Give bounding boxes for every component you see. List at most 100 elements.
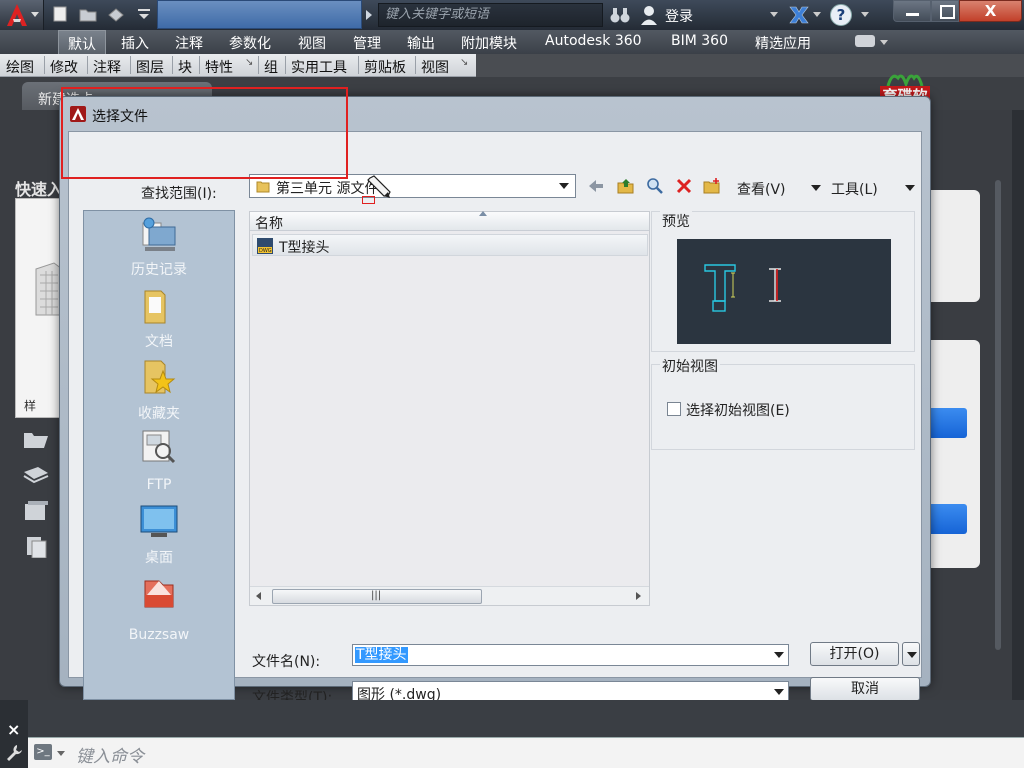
close-icon[interactable]: × — [7, 720, 20, 739]
ribbon-minimize-icon[interactable] — [855, 35, 875, 47]
scroll-right-icon[interactable] — [636, 592, 641, 600]
user-icon[interactable] — [640, 5, 658, 25]
title-field — [157, 0, 362, 29]
new-file-icon[interactable] — [51, 6, 69, 22]
view-menu[interactable]: 查看(V) — [737, 179, 786, 199]
tab-annotate[interactable]: 注释 — [175, 33, 203, 53]
documents-icon[interactable] — [22, 536, 50, 558]
wrench-icon[interactable] — [5, 744, 23, 762]
panel-modify[interactable]: 修改 — [50, 57, 78, 77]
place-label: FTP — [146, 477, 172, 493]
cancel-button[interactable]: 取消 — [810, 677, 920, 701]
panel-utilities[interactable]: 实用工具 — [291, 57, 347, 77]
panel-expand-icon[interactable]: ↘ — [245, 57, 253, 68]
command-prompt-icon[interactable]: >_ — [34, 744, 52, 760]
divider — [172, 56, 173, 74]
open-folder-icon[interactable] — [22, 428, 50, 450]
lookin-value: 第三单元 源文件 — [276, 181, 379, 197]
chevron-down-icon[interactable] — [559, 183, 569, 189]
tab-output[interactable]: 输出 — [407, 33, 435, 53]
initial-view-label: 初始视图 — [660, 356, 720, 376]
chevron-down-icon[interactable] — [774, 689, 784, 695]
select-initial-view-checkbox[interactable] — [667, 402, 681, 416]
tab-bim-360[interactable]: BIM 360 — [671, 33, 728, 49]
sheetset-icon[interactable] — [22, 464, 50, 486]
folder-icon — [256, 181, 270, 193]
horizontal-scrollbar[interactable]: ||| — [250, 586, 649, 605]
panel-groups[interactable]: 组 — [264, 57, 278, 77]
expand-arrow-icon[interactable] — [366, 10, 372, 20]
panel-view[interactable]: 视图 — [421, 57, 449, 77]
chevron-down-icon[interactable] — [880, 40, 888, 45]
tab-addins[interactable]: 附加模块 — [461, 33, 517, 53]
divider — [285, 56, 286, 74]
divider — [415, 56, 416, 74]
maximize-button[interactable] — [931, 0, 959, 22]
panel-annotate[interactable]: 注释 — [93, 57, 121, 77]
autocad-logo-icon — [7, 4, 27, 26]
place-label: Buzzsaw — [128, 627, 190, 643]
chevron-down-icon[interactable] — [811, 185, 821, 191]
column-header-name[interactable]: 名称 — [250, 211, 649, 232]
delete-icon[interactable] — [675, 177, 693, 195]
tab-default[interactable]: 默认 — [58, 30, 106, 54]
minimize-button[interactable] — [893, 0, 931, 22]
help-icon[interactable]: ? — [830, 4, 852, 26]
chevron-down-icon[interactable] — [770, 12, 778, 17]
panel-block[interactable]: 块 — [178, 57, 192, 77]
scroll-left-icon[interactable] — [256, 592, 261, 600]
exchange-apps-icon[interactable] — [788, 4, 810, 26]
tab-parametric[interactable]: 参数化 — [229, 33, 271, 53]
qat-dropdown-icon[interactable] — [135, 6, 153, 22]
scrollbar-thumb[interactable]: ||| — [272, 589, 482, 604]
file-list[interactable]: 名称 DWG T型接头 ||| — [249, 211, 650, 606]
scrollbar[interactable] — [995, 180, 1001, 650]
samples-icon[interactable] — [22, 500, 50, 522]
right-action-button[interactable] — [930, 408, 967, 438]
command-input[interactable]: >_ 键入命令 — [28, 737, 1024, 768]
filename-input[interactable]: T型接头 — [352, 644, 789, 666]
divider — [130, 56, 131, 74]
documents-folder-icon — [144, 290, 166, 324]
close-window-button[interactable]: X — [959, 0, 1022, 22]
divider — [258, 56, 259, 74]
application-menu-button[interactable] — [0, 0, 44, 30]
chevron-down-icon[interactable] — [774, 652, 784, 658]
panel-expand-icon[interactable]: ↘ — [460, 57, 468, 68]
tab-autodesk-360[interactable]: Autodesk 360 — [545, 33, 642, 49]
open-button[interactable]: 打开(O) — [810, 642, 899, 666]
right-action-button[interactable] — [930, 504, 967, 534]
file-row[interactable]: DWG T型接头 — [252, 234, 648, 256]
ribbon-tab-bar: 默认 插入 注释 参数化 视图 管理 输出 附加模块 Autodesk 360 … — [0, 30, 1024, 54]
chevron-down-icon[interactable] — [813, 12, 821, 17]
chevron-down-icon[interactable] — [905, 185, 915, 191]
chevron-down-icon[interactable] — [861, 12, 869, 17]
open-file-icon[interactable] — [79, 6, 97, 22]
search-input[interactable]: 键入关键字或短语 — [378, 3, 603, 27]
tab-featured-apps[interactable]: 精选应用 — [755, 33, 811, 53]
tools-menu[interactable]: 工具(L) — [831, 179, 878, 199]
place-label: 收藏夹 — [138, 406, 180, 422]
tab-view[interactable]: 视图 — [298, 33, 326, 53]
tab-insert[interactable]: 插入 — [121, 33, 149, 53]
panel-layers[interactable]: 图层 — [136, 57, 164, 77]
divider — [87, 56, 88, 74]
command-line-handle[interactable]: × — [0, 700, 28, 768]
panel-clipboard[interactable]: 剪贴板 — [364, 57, 406, 77]
divider — [358, 56, 359, 74]
back-icon[interactable] — [587, 177, 605, 195]
search-web-icon[interactable] — [646, 177, 664, 195]
chevron-down-icon[interactable] — [57, 751, 65, 756]
select-initial-view-label[interactable]: 选择初始视图(E) — [686, 400, 790, 420]
template-thumbnail[interactable] — [15, 198, 65, 418]
drawing-preview — [677, 239, 891, 344]
new-folder-icon[interactable] — [703, 177, 721, 195]
open-options-button[interactable] — [902, 642, 920, 666]
panel-draw[interactable]: 绘图 — [6, 57, 34, 77]
tab-manage[interactable]: 管理 — [353, 33, 381, 53]
binoculars-icon[interactable] — [610, 6, 630, 24]
save-icon[interactable] — [107, 6, 125, 22]
login-label[interactable]: 登录 — [665, 6, 693, 26]
up-folder-icon[interactable] — [617, 177, 635, 195]
panel-properties[interactable]: 特性 — [205, 57, 233, 77]
